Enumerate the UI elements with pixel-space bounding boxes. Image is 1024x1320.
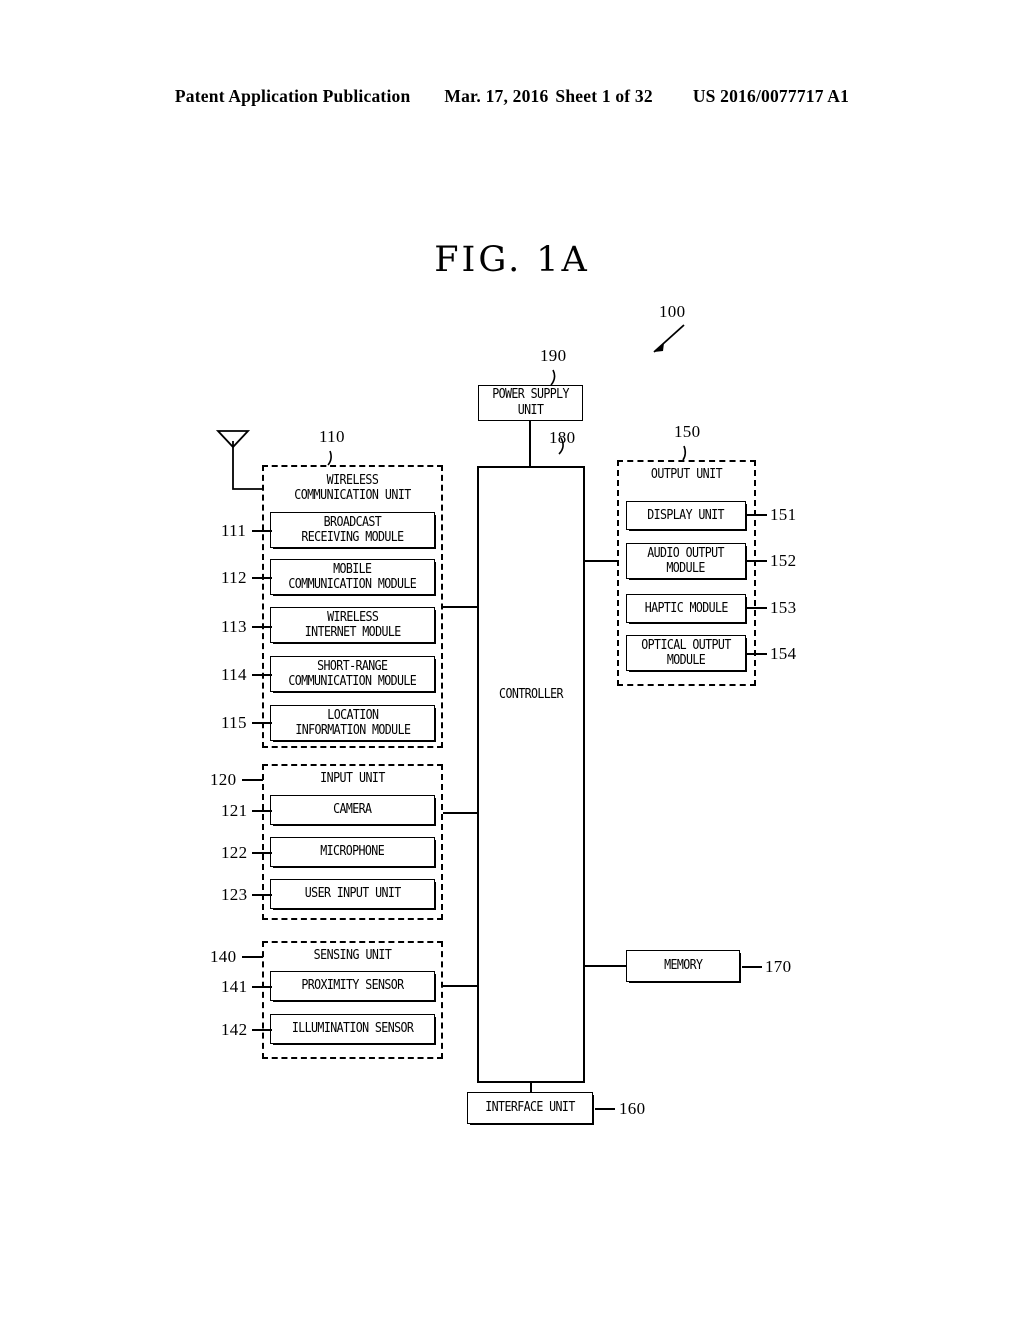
ref-141-label: 141 [221, 977, 248, 996]
interface-label: INTERFACE UNIT [485, 1099, 575, 1116]
output-unit-title: OUTPUT UNIT [650, 466, 723, 482]
ref-170-label: 170 [765, 957, 792, 976]
module-113-line2: INTERNET MODULE [304, 624, 401, 640]
input-to-controller-line [443, 812, 478, 815]
ref-142-leader [252, 1029, 272, 1031]
module-112-line1: MOBILE [333, 560, 372, 577]
broadcast-receiving-module-box[interactable]: BROADCAST RECEIVING MODULE [270, 512, 436, 549]
module-151-line1: DISPLAY UNIT [647, 506, 725, 523]
module-153-line1: HAPTIC MODULE [644, 599, 728, 616]
module-111-line2: RECEIVING MODULE [301, 529, 404, 545]
ref-160-leader [595, 1108, 615, 1110]
power-supply-line1: POWER SUPPLY [492, 386, 569, 403]
ref-114-label: 114 [221, 665, 247, 684]
wireless-internet-module-box[interactable]: WIRELESS INTERNET MODULE [270, 607, 436, 644]
ref-154-label: 154 [770, 644, 797, 663]
wireless-to-controller-line [443, 606, 478, 609]
memory-box[interactable]: MEMORY [626, 950, 741, 984]
module-123-line1: USER INPUT UNIT [304, 885, 401, 902]
short-range-communication-module-box[interactable]: SHORT-RANGE COMMUNICATION MODULE [270, 656, 436, 693]
ref-121-leader [252, 810, 272, 812]
ref-115-leader [252, 722, 272, 724]
ref-153-label: 153 [770, 598, 797, 617]
user-input-unit-box[interactable]: USER INPUT UNIT [270, 879, 436, 910]
ref-121-label: 121 [221, 801, 248, 820]
proximity-sensor-box[interactable]: PROXIMITY SENSOR [270, 971, 436, 1002]
ref-154-leader [747, 653, 767, 655]
module-114-line2: COMMUNICATION MODULE [288, 673, 417, 689]
ref-113-label: 113 [221, 617, 247, 636]
controller-box[interactable]: CONTROLLER [477, 466, 585, 1083]
ref-152-leader [747, 560, 767, 562]
patent-drawing-sheet: Patent Application Publication Mar. 17, 2… [0, 0, 1024, 1320]
module-112-line2: COMMUNICATION MODULE [288, 576, 417, 592]
ref-151-leader [747, 514, 767, 516]
microphone-box[interactable]: MICROPHONE [270, 837, 436, 868]
ref-123-label: 123 [221, 885, 248, 904]
module-142-line1: ILLUMINATION SENSOR [291, 1020, 414, 1037]
ref-115-label: 115 [221, 713, 247, 732]
memory-label: MEMORY [663, 957, 703, 974]
ref-140-leader [242, 956, 263, 958]
module-113-line1: WIRELESS [326, 608, 379, 625]
module-114-line1: SHORT-RANGE [317, 657, 388, 674]
ref-120-leader [242, 779, 263, 781]
ref-122-leader [252, 852, 272, 854]
ref-180-label: 180 [549, 428, 576, 447]
module-111-line1: BROADCAST [323, 513, 382, 530]
ref-150-label: 150 [674, 422, 701, 441]
display-unit-box[interactable]: DISPLAY UNIT [626, 501, 747, 531]
sensing-unit-title: SENSING UNIT [313, 947, 392, 963]
ref-114-leader [252, 674, 272, 676]
illumination-sensor-box[interactable]: ILLUMINATION SENSOR [270, 1014, 436, 1045]
controller-to-memory-line [585, 965, 627, 968]
interface-unit-box[interactable]: INTERFACE UNIT [467, 1092, 594, 1126]
sensing-to-controller-line [443, 985, 478, 988]
ref-122-label: 122 [221, 843, 248, 862]
location-information-module-box[interactable]: LOCATION INFORMATION MODULE [270, 705, 436, 742]
module-115-line2: INFORMATION MODULE [294, 722, 411, 738]
wireless-title-line2: COMMUNICATION UNIT [294, 486, 411, 503]
ref-111-leader [252, 530, 272, 532]
module-122-line1: MICROPHONE [320, 843, 385, 860]
wireless-title-line1: WIRELESS [326, 472, 379, 488]
input-unit-title: INPUT UNIT [320, 770, 385, 786]
haptic-module-box[interactable]: HAPTIC MODULE [626, 594, 747, 624]
ref-120-label: 120 [210, 770, 237, 789]
module-115-line1: LOCATION [326, 706, 379, 723]
ref-190-label: 190 [540, 346, 567, 365]
ref-141-leader [252, 986, 272, 988]
ref-140-label: 140 [210, 947, 237, 966]
module-121-line1: CAMERA [333, 801, 372, 818]
ref-153-leader [747, 607, 767, 609]
ref-151-label: 151 [770, 505, 797, 524]
ref-123-leader [252, 894, 272, 896]
power-to-controller-line [529, 421, 531, 466]
module-154-line1: OPTICAL OUTPUT [641, 636, 731, 653]
audio-output-module-box[interactable]: AUDIO OUTPUT MODULE [626, 543, 747, 580]
camera-box[interactable]: CAMERA [270, 795, 436, 826]
module-152-line2: MODULE [666, 560, 706, 576]
module-152-line1: AUDIO OUTPUT [647, 544, 725, 561]
mobile-communication-module-box[interactable]: MOBILE COMMUNICATION MODULE [270, 559, 436, 596]
ref-152-label: 152 [770, 551, 797, 570]
ref-170-leader [742, 966, 762, 968]
ref-111-label: 111 [221, 521, 247, 540]
ref-110-label: 110 [319, 427, 345, 446]
module-141-line1: PROXIMITY SENSOR [301, 977, 404, 994]
ref-160-label: 160 [619, 1099, 646, 1118]
controller-to-output-line [585, 560, 618, 563]
ref-112-leader [252, 577, 272, 579]
ref-112-label: 112 [221, 568, 247, 587]
power-supply-line2: UNIT [517, 402, 544, 418]
optical-output-module-box[interactable]: OPTICAL OUTPUT MODULE [626, 635, 747, 672]
module-154-line2: MODULE [666, 652, 706, 668]
controller-label: CONTROLLER [499, 686, 563, 702]
ref-142-label: 142 [221, 1020, 248, 1039]
ref-113-leader [252, 626, 272, 628]
power-supply-unit-box[interactable]: POWER SUPPLY UNIT [478, 385, 583, 421]
